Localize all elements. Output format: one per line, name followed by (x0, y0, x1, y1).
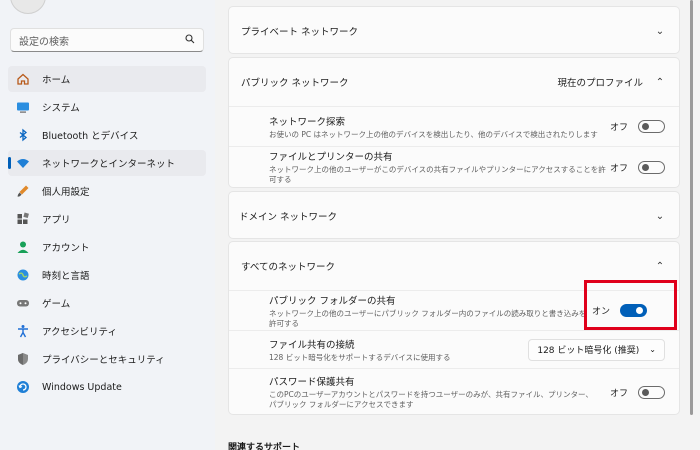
password-sharing-desc: このPCのユーザーアカウントとパスワードを持つユーザーのみが、共有ファイル、プリ… (269, 390, 593, 409)
file-sharing-connections-title: ファイル共有の接続 (269, 339, 355, 351)
shield-icon (16, 352, 30, 366)
search-input[interactable]: 設定の検索 (10, 28, 204, 52)
scrollbar[interactable] (690, 0, 693, 415)
all-networks-card: すべてのネットワーク ⌃ パブリック フォルダーの共有 ネットワーク上の他のユー… (228, 241, 680, 415)
sidebar-item-time-language[interactable]: 時刻と言語 (8, 262, 206, 288)
all-networks-header[interactable]: すべてのネットワーク ⌃ (229, 242, 679, 290)
chevron-up-icon: ⌃ (655, 76, 665, 88)
apps-icon (16, 212, 30, 226)
sidebar-item-accessibility[interactable]: アクセシビリティ (8, 318, 206, 344)
sidebar-item-personalization[interactable]: 個人用設定 (8, 178, 206, 204)
sidebar-item-label: アプリ (42, 215, 71, 226)
encryption-dropdown[interactable]: 128 ビット暗号化 (推奨) ⌄ (528, 338, 665, 361)
private-network-card[interactable]: プライベート ネットワーク ⌄ (228, 6, 680, 54)
search-icon[interactable] (185, 33, 195, 47)
current-profile-label: 現在のプロファイル (557, 78, 643, 89)
sidebar-item-apps[interactable]: アプリ (8, 206, 206, 232)
network-discovery-desc: お使いの PC はネットワーク上の他のデバイスを検出したり、他のデバイスで検出さ… (269, 129, 598, 139)
file-sharing-connections-row: ファイル共有の接続 128 ビット暗号化をサポートするデバイスに使用する 128… (229, 330, 679, 368)
private-network-header[interactable]: プライベート ネットワーク ⌄ (229, 7, 679, 55)
encryption-dropdown-value: 128 ビット暗号化 (推奨) (537, 346, 640, 356)
file-printer-sharing-desc: ネットワーク上の他のユーザーがこのデバイスの共有ファイルやプリンターにアクセスす… (269, 165, 606, 184)
password-sharing-title: パスワード保護共有 (269, 377, 355, 389)
password-sharing-toggle[interactable] (638, 385, 665, 399)
gamepad-icon (16, 296, 30, 310)
sidebar-item-system[interactable]: システム (8, 94, 206, 120)
network-discovery-row: ネットワーク探索 お使いの PC はネットワーク上の他のデバイスを検出したり、他… (229, 106, 679, 146)
sidebar-item-gaming[interactable]: ゲーム (8, 290, 206, 316)
domain-network-header[interactable]: ドメイン ネットワーク ⌄ (229, 192, 679, 240)
file-printer-sharing-row: ファイルとプリンターの共有 ネットワーク上の他のユーザーがこのデバイスの共有ファ… (229, 146, 679, 187)
password-sharing-state: オフ (609, 388, 628, 399)
sidebar-item-label: Bluetooth とデバイス (42, 131, 139, 142)
sidebar-item-label: 個人用設定 (42, 187, 90, 198)
sidebar-item-label: システム (42, 103, 80, 114)
sidebar-item-privacy[interactable]: プライバシーとセキュリティ (8, 346, 206, 372)
bluetooth-icon (16, 128, 30, 142)
public-folder-sharing-state: オン (591, 307, 610, 317)
wifi-icon (16, 156, 30, 170)
sidebar-item-accounts[interactable]: アカウント (8, 234, 206, 260)
file-printer-sharing-title: ファイルとプリンターの共有 (269, 152, 393, 164)
home-icon (16, 72, 30, 86)
sidebar-item-label: ネットワークとインターネット (42, 159, 176, 170)
public-network-header[interactable]: パブリック ネットワーク 現在のプロファイル ⌃ (229, 58, 679, 106)
chevron-down-icon: ⌄ (655, 25, 665, 37)
sidebar-item-label: アクセシビリティ (42, 327, 117, 338)
chevron-down-icon: ⌄ (655, 210, 665, 222)
password-sharing-row: パスワード保護共有 このPCのユーザーアカウントとパスワードを持つユーザーのみが… (229, 368, 679, 415)
sidebar-item-label: プライバシーとセキュリティ (42, 355, 165, 366)
related-support-heading: 関連するサポート (228, 443, 301, 450)
public-network-title: パブリック ネットワーク (241, 78, 349, 89)
file-sharing-connections-desc: 128 ビット暗号化をサポートするデバイスに使用する (269, 352, 451, 362)
sidebar-item-network[interactable]: ネットワークとインターネット (8, 150, 206, 176)
file-printer-sharing-toggle[interactable] (638, 160, 665, 174)
sidebar-item-label: 時刻と言語 (42, 271, 90, 282)
update-icon (16, 380, 30, 394)
network-discovery-title: ネットワーク探索 (269, 116, 346, 128)
avatar[interactable] (10, 0, 46, 14)
sidebar-nav: ホーム システム Bluetooth とデバイス ネットワークとインターネット … (8, 66, 206, 402)
file-printer-sharing-state: オフ (609, 163, 628, 174)
brush-icon (16, 184, 30, 198)
public-network-card: パブリック ネットワーク 現在のプロファイル ⌃ ネットワーク探索 お使いの P… (228, 57, 680, 188)
domain-network-card[interactable]: ドメイン ネットワーク ⌄ (228, 191, 680, 239)
system-icon (16, 100, 30, 114)
domain-network-title: ドメイン ネットワーク (239, 212, 338, 223)
search-placeholder: 設定の検索 (19, 36, 69, 48)
chevron-down-icon: ⌄ (649, 345, 656, 354)
public-folder-sharing-desc: ネットワーク上の他のユーザーにパブリック フォルダー内のファイルの読み取りと書き… (269, 308, 587, 328)
public-folder-sharing-title: パブリック フォルダーの共有 (269, 295, 396, 307)
all-networks-title: すべてのネットワーク (241, 262, 335, 273)
sidebar-item-label: ホーム (42, 75, 71, 86)
sidebar-item-windows-update[interactable]: Windows Update (8, 374, 206, 400)
account-icon (16, 240, 30, 254)
chevron-up-icon: ⌃ (655, 260, 665, 272)
network-discovery-state: オフ (609, 123, 628, 133)
sidebar: 設定の検索 ホーム システム Bluetooth とデバイス ネットワークとイン… (0, 0, 215, 450)
sidebar-item-label: ゲーム (42, 299, 71, 310)
private-network-title: プライベート ネットワーク (241, 27, 359, 38)
sidebar-item-label: アカウント (42, 243, 90, 254)
accessibility-icon (16, 324, 30, 338)
network-discovery-toggle[interactable] (638, 120, 665, 133)
sidebar-item-label: Windows Update (42, 381, 122, 393)
sidebar-item-home[interactable]: ホーム (8, 66, 206, 92)
globe-clock-icon (16, 268, 30, 282)
public-folder-sharing-toggle[interactable] (620, 304, 647, 317)
public-folder-sharing-row: パブリック フォルダーの共有 ネットワーク上の他のユーザーにパブリック フォルダ… (229, 290, 679, 330)
sidebar-item-bluetooth[interactable]: Bluetooth とデバイス (8, 122, 206, 148)
